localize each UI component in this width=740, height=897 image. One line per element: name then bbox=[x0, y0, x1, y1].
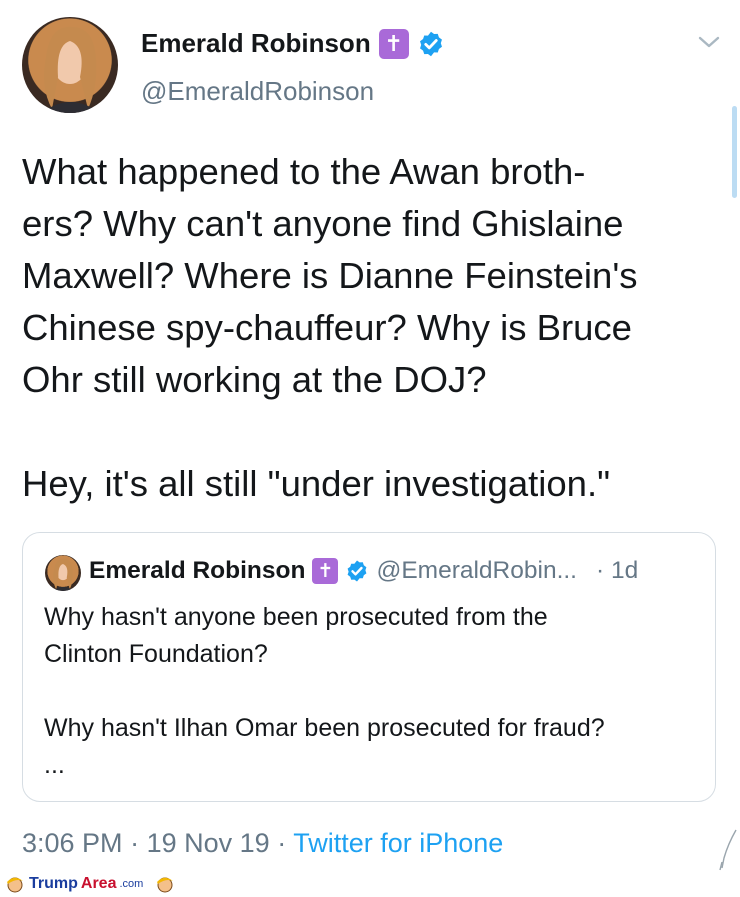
quoted-timestamp: · 1d bbox=[596, 557, 639, 584]
tweet-time[interactable]: 3:06 PM bbox=[22, 828, 123, 858]
quill-icon bbox=[719, 829, 737, 871]
watermark: Trump Area .com bbox=[4, 872, 176, 896]
trump-face-icon bbox=[157, 877, 174, 893]
latin-cross-emoji: ✝ bbox=[312, 558, 339, 584]
tweet-date[interactable]: 19 Nov 19 bbox=[147, 828, 270, 858]
author-handle[interactable]: @EmeraldRobinson bbox=[141, 76, 374, 107]
author-name-row[interactable]: Emerald Robinson ✝ bbox=[141, 28, 445, 59]
scrollbar[interactable] bbox=[732, 106, 737, 198]
meta-separator: · bbox=[277, 828, 287, 858]
quoted-header: Emerald Robinson ✝ @EmeraldRobin... · 1d bbox=[89, 557, 638, 585]
tweet-metadata: 3:06 PM · 19 Nov 19 · Twitter for iPhone bbox=[22, 828, 503, 859]
watermark-part-3: .com bbox=[119, 878, 144, 890]
watermark-part-1: Trump bbox=[29, 875, 78, 892]
meta-separator: · bbox=[130, 828, 140, 858]
watermark-part-2: Area bbox=[80, 875, 117, 892]
quoted-tweet-text: Why hasn't anyone been prosecuted from t… bbox=[44, 603, 605, 779]
author-name[interactable]: Emerald Robinson bbox=[141, 28, 371, 59]
verified-badge-icon bbox=[348, 560, 367, 582]
tweet-text: What happened to the Awan broth- ers? Wh… bbox=[22, 151, 638, 504]
quoted-tweet-card[interactable]: Emerald Robinson ✝ @EmeraldRobin... · 1d… bbox=[22, 532, 716, 802]
latin-cross-emoji: ✝ bbox=[378, 28, 409, 59]
quoted-author-handle: @EmeraldRobin... bbox=[376, 557, 577, 584]
chevron-down-icon[interactable] bbox=[697, 34, 721, 50]
tweet-source-link[interactable]: Twitter for iPhone bbox=[293, 828, 503, 858]
author-avatar[interactable] bbox=[22, 17, 118, 113]
quoted-author-avatar bbox=[45, 555, 81, 591]
verified-badge-icon bbox=[419, 31, 442, 56]
quoted-author-name: Emerald Robinson bbox=[89, 557, 306, 584]
trump-face-icon bbox=[7, 877, 23, 893]
